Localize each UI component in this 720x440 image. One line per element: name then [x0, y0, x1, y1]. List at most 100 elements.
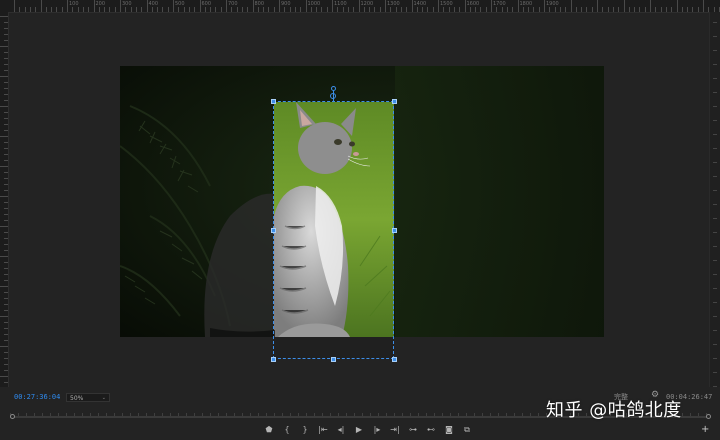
ruler-tick — [4, 148, 8, 149]
ruler-minor-tick — [687, 7, 689, 12]
zoom-level-value: 50% — [70, 395, 84, 402]
handle-top-left[interactable] — [271, 99, 276, 104]
ruler-minor-tick — [98, 7, 100, 12]
ruler-minor-tick — [326, 7, 328, 12]
ruler-minor-tick — [268, 7, 270, 12]
ruler-minor-tick — [612, 7, 614, 12]
out-point-handle[interactable] — [706, 414, 711, 419]
ruler-tick — [4, 214, 8, 215]
side-strip-mark — [713, 358, 717, 359]
side-strip-mark — [713, 176, 717, 177]
ruler-major-tick — [464, 0, 466, 12]
ruler-tick — [4, 154, 8, 155]
ruler-tick — [4, 142, 8, 143]
handle-bottom-center[interactable] — [331, 357, 336, 362]
ruler-tick — [0, 346, 8, 347]
rotation-handle[interactable] — [331, 86, 336, 91]
ruler-minor-tick — [390, 7, 392, 12]
ruler-minor-tick — [533, 7, 535, 12]
comparison-view-button[interactable]: ⧉ — [458, 424, 476, 436]
side-strip-mark — [713, 92, 717, 93]
handle-bottom-right[interactable] — [392, 357, 397, 362]
side-strip-mark — [713, 204, 717, 205]
ruler-minor-tick — [559, 7, 561, 12]
ruler-tick — [4, 64, 8, 65]
side-strip-mark — [713, 36, 717, 37]
ruler-minor-tick — [485, 7, 487, 12]
ruler-tick — [4, 352, 8, 353]
chevron-down-icon: ⌄ — [101, 395, 106, 401]
step-back-button[interactable]: ◂| — [332, 424, 350, 436]
ruler-major-tick — [252, 0, 254, 12]
ruler-minor-tick — [427, 7, 429, 12]
mark-in-button[interactable]: { — [278, 424, 296, 436]
ruler-minor-tick — [151, 7, 153, 12]
ruler-minor-tick — [528, 7, 530, 12]
ruler-major-tick — [385, 0, 386, 12]
ruler-tick — [4, 292, 8, 293]
side-strip-mark — [713, 302, 717, 303]
ruler-minor-tick — [130, 7, 132, 12]
ruler-tick — [4, 172, 8, 173]
ruler-minor-tick — [575, 7, 577, 12]
side-strip-mark — [713, 288, 717, 289]
ruler-major-tick — [146, 0, 148, 12]
handle-middle-right[interactable] — [392, 228, 397, 233]
ruler-minor-tick — [453, 7, 455, 12]
side-strip-mark — [713, 330, 717, 331]
anchor-point-handle[interactable] — [330, 93, 336, 99]
side-strip-mark — [713, 78, 717, 79]
handle-top-right[interactable] — [392, 99, 397, 104]
play-button[interactable]: ▶ — [350, 424, 368, 436]
ruler-tick — [4, 310, 8, 311]
ruler-minor-tick — [210, 7, 212, 12]
add-marker-button[interactable]: ⬟ — [260, 424, 278, 436]
ruler-label: 300 — [122, 1, 132, 7]
overwrite-button[interactable]: ⊷ — [422, 424, 440, 436]
ruler-minor-tick — [194, 7, 196, 12]
ruler-tick — [0, 256, 8, 257]
ruler-major-tick — [279, 0, 280, 12]
ruler-minor-tick — [125, 7, 127, 12]
step-forward-button[interactable]: |▸ — [368, 424, 386, 436]
ruler-major-tick — [597, 0, 598, 12]
ruler-tick — [0, 16, 8, 17]
go-to-out-button[interactable]: ⇥| — [386, 424, 404, 436]
ruler-minor-tick — [310, 7, 312, 12]
ruler-label: 500 — [175, 1, 185, 7]
button-editor-plus-icon[interactable]: + — [701, 425, 709, 435]
ruler-major-tick — [199, 0, 201, 12]
ruler-minor-tick — [522, 7, 524, 12]
handle-middle-left[interactable] — [271, 228, 276, 233]
ruler-minor-tick — [565, 7, 567, 12]
playhead-timecode[interactable]: 00:27:36:04 — [14, 393, 60, 401]
side-strip-mark — [713, 218, 717, 219]
transform-bounding-box[interactable] — [273, 101, 394, 359]
ruler-major-tick — [332, 0, 333, 12]
ruler-minor-tick — [581, 7, 583, 12]
camera-icon: ◙ — [445, 425, 453, 434]
ruler-minor-tick — [300, 7, 302, 12]
ruler-minor-tick — [586, 7, 588, 12]
go-to-in-button[interactable]: |⇤ — [314, 424, 332, 436]
export-frame-button[interactable]: ◙ — [440, 424, 458, 436]
insert-button[interactable]: ⊶ — [404, 424, 422, 436]
ruler-tick — [4, 100, 8, 101]
ruler-major-tick — [650, 0, 651, 12]
zoom-level-select[interactable]: 50% ⌄ — [66, 393, 110, 402]
ruler-tick — [4, 220, 8, 221]
ruler-minor-tick — [88, 7, 90, 12]
ruler-minor-tick — [162, 7, 164, 12]
ruler-tick — [0, 376, 8, 377]
handle-bottom-left[interactable] — [271, 357, 276, 362]
ruler-tick — [4, 268, 8, 269]
in-point-handle[interactable] — [10, 414, 15, 419]
ruler-minor-tick — [178, 7, 180, 12]
ruler-minor-tick — [634, 7, 636, 12]
mark-out-button[interactable]: } — [296, 424, 314, 436]
ruler-tick — [0, 286, 8, 287]
ruler-minor-tick — [363, 7, 365, 12]
ruler-minor-tick — [342, 7, 344, 12]
ruler-tick — [4, 334, 8, 335]
ruler-label: 1200 — [360, 1, 374, 7]
